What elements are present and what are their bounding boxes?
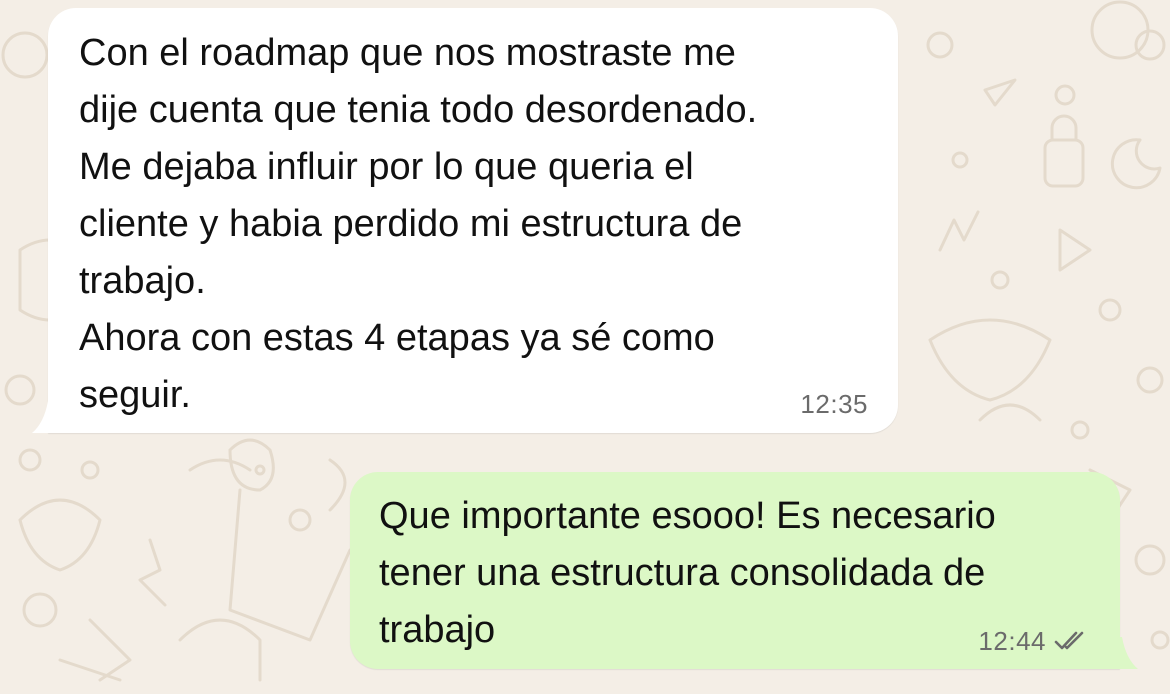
message-text-line: dije cuenta que tenia todo desordenado. [79,89,758,131]
message-meta: 12:44 [978,626,1090,656]
message-timestamp: 12:35 [800,389,868,419]
incoming-message-bubble[interactable]: Con el roadmap que nos mostraste me dije… [48,8,898,433]
message-timestamp: 12:44 [978,626,1046,656]
double-check-icon [1054,631,1084,650]
outgoing-message-bubble[interactable]: Que importante esooo! Es necesario tener… [350,472,1120,669]
message-text-line: Con el roadmap que nos mostraste me [79,32,736,74]
message-text-line: cliente y habia perdido mi estructura de [79,203,743,245]
outgoing-bubble-tail [1100,637,1138,669]
message-text-line: Me dejaba influir por lo que queria el [79,146,694,188]
message-text-line: Que importante esooo! Es necesario [379,495,996,537]
message-text-line: seguir. [79,374,191,416]
message-text-line: tener una estructura consolidada de [379,552,986,594]
incoming-bubble-tail [32,401,70,433]
message-meta: 12:35 [800,389,868,419]
message-text-line: Ahora con estas 4 etapas ya sé como [79,317,715,359]
message-text-line: trabajo. [79,260,206,302]
